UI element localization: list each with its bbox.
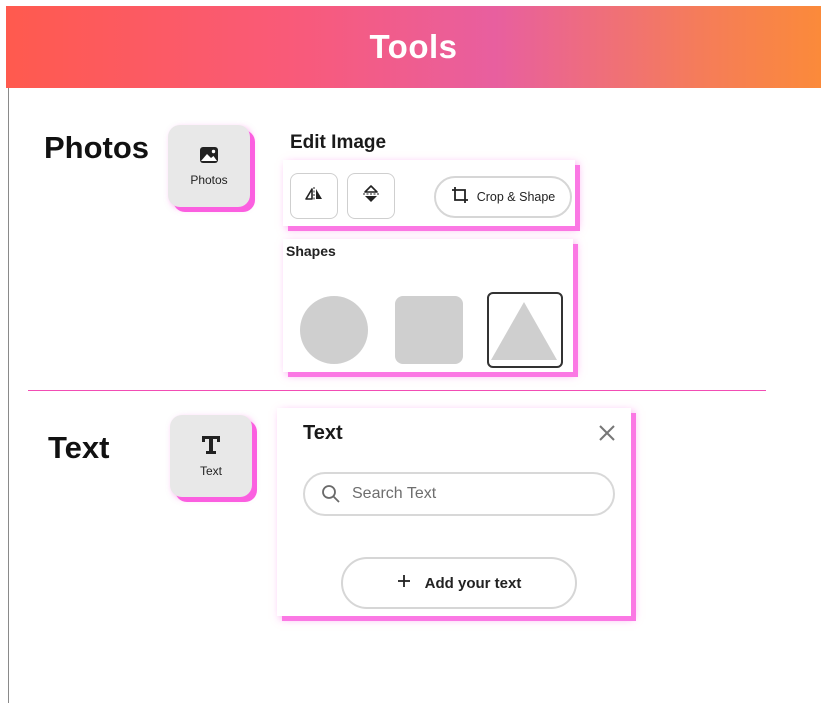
shape-triangle-option[interactable]	[487, 292, 563, 368]
triangle-shape	[491, 302, 557, 360]
text-section-label: Text	[48, 430, 110, 465]
search-placeholder: Search Text	[352, 485, 437, 502]
flip-horizontal-icon	[304, 186, 324, 207]
shapes-panel: Shapes	[283, 239, 573, 372]
text-t-icon	[200, 434, 222, 461]
photos-section-label: Photos	[44, 130, 150, 165]
search-text-input[interactable]: Search Text	[303, 472, 615, 516]
crop-and-shape-label: Crop & Shape	[476, 190, 556, 204]
shape-circle-option[interactable]	[300, 296, 368, 364]
add-your-text-button[interactable]: Add your text	[341, 557, 577, 609]
flip-horizontal-button[interactable]	[290, 173, 338, 219]
text-tile-label: Text	[199, 464, 222, 478]
shape-square-option[interactable]	[395, 296, 463, 364]
image-icon	[198, 145, 220, 170]
crop-and-shape-button[interactable]: Crop & Shape	[434, 176, 572, 218]
flip-vertical-icon	[362, 184, 380, 209]
flip-vertical-button[interactable]	[347, 173, 395, 219]
edit-image-title: Edit Image	[290, 132, 387, 153]
tools-header: Tools	[6, 6, 821, 88]
photos-tool-button[interactable]: Photos	[168, 125, 250, 207]
edit-image-panel: Crop & Shape	[283, 160, 575, 226]
text-panel: Text Search Text Add your text	[277, 408, 631, 616]
header-title: Tools	[369, 28, 458, 65]
crop-icon	[451, 186, 469, 209]
section-divider	[28, 390, 766, 391]
photos-tile-label: Photos	[190, 173, 228, 187]
text-tool-button[interactable]: Text	[170, 415, 252, 497]
text-panel-title: Text	[303, 422, 343, 444]
add-your-text-label: Add your text	[424, 574, 522, 592]
close-icon[interactable]	[596, 422, 618, 444]
plus-icon	[397, 574, 411, 593]
left-rule	[8, 88, 9, 703]
shapes-title: Shapes	[286, 243, 336, 259]
search-icon	[321, 484, 341, 504]
